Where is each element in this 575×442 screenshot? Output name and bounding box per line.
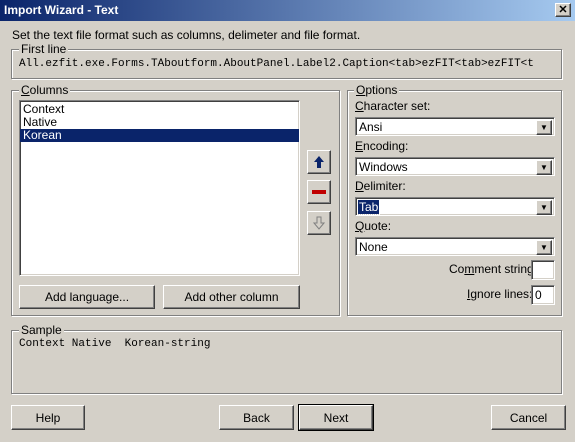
back-button[interactable]: Back xyxy=(219,405,294,430)
close-button[interactable]: ✕ xyxy=(555,3,571,17)
columns-label: Columns xyxy=(19,83,71,97)
title-bar: Import Wizard - Text xyxy=(0,0,575,21)
move-up-button[interactable] xyxy=(307,150,331,174)
list-item[interactable]: Context xyxy=(20,103,299,116)
down-arrow-icon xyxy=(313,216,325,230)
list-item[interactable]: Native xyxy=(20,116,299,129)
window-title: Import Wizard - Text xyxy=(4,3,119,17)
charset-value: Ansi xyxy=(359,120,383,134)
encoding-label: Encoding: xyxy=(355,139,409,153)
ignore-lines-field[interactable]: 0 xyxy=(531,285,555,305)
first-line-label: First line xyxy=(19,42,69,56)
help-button[interactable]: Help xyxy=(11,405,85,430)
chevron-down-icon[interactable]: ▼ xyxy=(536,120,552,135)
up-arrow-icon xyxy=(314,156,324,168)
charset-select[interactable]: Ansi ▼ xyxy=(355,117,555,136)
comment-label: Comment string: xyxy=(449,262,538,276)
add-other-column-button[interactable]: Add other column xyxy=(163,285,300,309)
minus-icon xyxy=(312,190,326,194)
ignore-lines-value: 0 xyxy=(535,288,542,302)
ignore-lines-label: Ignore lines: xyxy=(467,287,533,301)
sample-label: Sample xyxy=(19,323,64,337)
instructions-text: Set the text file format such as columns… xyxy=(12,28,361,42)
sample-text: Context Native Korean-string xyxy=(19,338,211,350)
charset-label: Character set: xyxy=(355,99,431,113)
columns-list[interactable]: Context Native Korean xyxy=(19,100,300,276)
comment-string-field[interactable] xyxy=(531,260,555,280)
list-item[interactable]: Korean xyxy=(20,129,299,142)
chevron-down-icon[interactable]: ▼ xyxy=(536,200,552,215)
chevron-down-icon[interactable]: ▼ xyxy=(536,160,552,175)
delimiter-value: Tab xyxy=(356,199,381,215)
move-down-button[interactable] xyxy=(307,211,331,235)
cancel-button[interactable]: Cancel xyxy=(491,405,566,430)
close-icon: ✕ xyxy=(558,4,568,16)
first-line-text: All.ezfit.exe.Forms.TAboutform.AboutPane… xyxy=(19,58,534,70)
options-label: Options xyxy=(354,83,400,97)
quote-value: None xyxy=(359,240,388,254)
add-language-button[interactable]: Add language... xyxy=(19,285,155,309)
quote-select[interactable]: None ▼ xyxy=(355,237,555,256)
chevron-down-icon[interactable]: ▼ xyxy=(536,240,552,255)
remove-column-button[interactable] xyxy=(307,180,331,204)
quote-label: Quote: xyxy=(355,219,392,233)
encoding-value: Windows xyxy=(359,160,408,174)
delimiter-label: Delimiter: xyxy=(355,179,406,193)
delimiter-select[interactable]: Tab ▼ xyxy=(355,197,555,216)
encoding-select[interactable]: Windows ▼ xyxy=(355,157,555,176)
next-button[interactable]: Next xyxy=(298,404,374,431)
